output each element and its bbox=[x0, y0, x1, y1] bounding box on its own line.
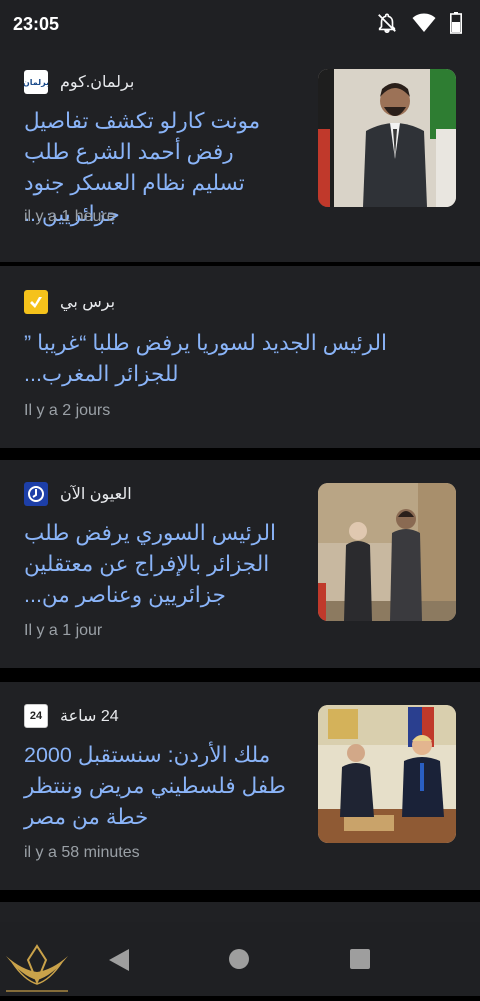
article-card[interactable]: برس بي الرئيس الجديد لسوريا يرفض طلبا “غ… bbox=[0, 266, 480, 448]
recents-icon[interactable] bbox=[349, 948, 371, 975]
status-bar: 23:05 bbox=[0, 0, 480, 50]
watermark-logo bbox=[2, 942, 72, 996]
home-icon[interactable] bbox=[228, 948, 250, 975]
notifications-off-icon bbox=[376, 12, 398, 39]
article-card[interactable]: 24 24 ساعة ملك الأردن: سنستقبل 2000 طفل … bbox=[0, 682, 480, 890]
article-card[interactable] bbox=[0, 902, 480, 922]
source-logo: 24 bbox=[24, 704, 48, 728]
status-icons bbox=[376, 12, 462, 39]
article-source: 24 24 ساعة bbox=[24, 704, 119, 728]
article-card[interactable]: العيون الآن الرئيس السوري يرفض طلب الجزا… bbox=[0, 460, 480, 668]
battery-icon bbox=[450, 12, 462, 39]
source-name: العيون الآن bbox=[60, 486, 132, 503]
source-logo bbox=[24, 482, 48, 506]
source-name: برس بي bbox=[60, 294, 116, 311]
article-card[interactable]: برلمان برلمان.كوم مونت كارلو تكشف تفاصيل… bbox=[0, 50, 480, 262]
source-logo bbox=[24, 290, 48, 314]
navigation-bar bbox=[0, 922, 480, 996]
article-headline[interactable]: الرئيس السوري يرفض طلب الجزائر بالإفراج … bbox=[24, 518, 289, 611]
article-time: Il y a 2 jours bbox=[24, 402, 111, 419]
article-headline[interactable]: ملك الأردن: سنستقبل 2000 طفل فلسطيني مري… bbox=[24, 740, 289, 833]
source-logo: برلمان bbox=[24, 70, 48, 94]
article-headline[interactable]: الرئيس الجديد لسوريا يرفض طلبا “غريبا ” … bbox=[24, 328, 456, 390]
article-source: العيون الآن bbox=[24, 482, 132, 506]
article-image[interactable] bbox=[318, 483, 456, 621]
source-name: 24 ساعة bbox=[60, 708, 119, 725]
article-time: il y a 58 minutes bbox=[24, 844, 140, 861]
article-source: برس بي bbox=[24, 290, 115, 314]
article-time: Il y a 1 jour bbox=[24, 622, 103, 639]
status-time: 23:05 bbox=[13, 14, 60, 34]
back-icon[interactable] bbox=[108, 948, 130, 977]
source-name: برلمان.كوم bbox=[60, 74, 135, 91]
wifi-icon bbox=[412, 13, 436, 38]
article-source: برلمان برلمان.كوم bbox=[24, 70, 134, 94]
article-time: il y a 1 heure bbox=[24, 208, 116, 225]
article-image[interactable] bbox=[318, 69, 456, 207]
article-image[interactable] bbox=[318, 705, 456, 843]
